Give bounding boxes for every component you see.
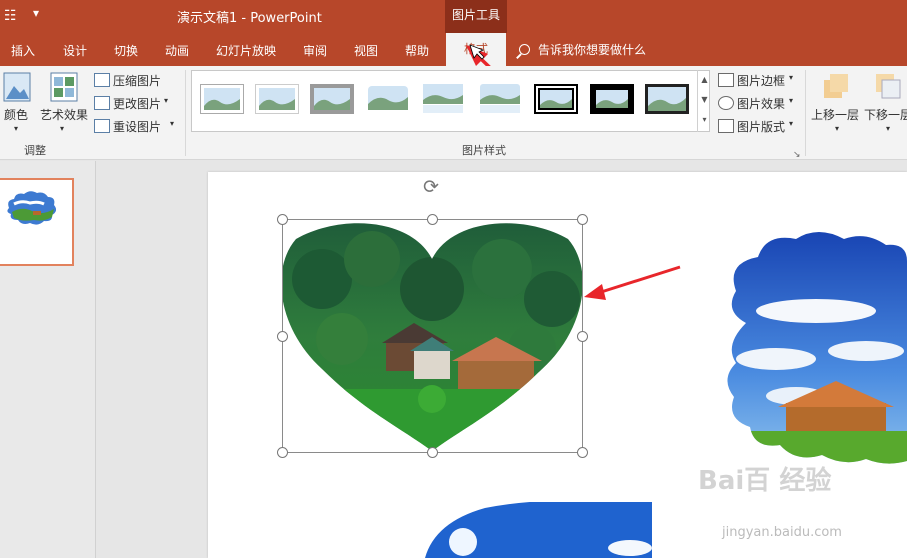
- tab-view[interactable]: 视图: [354, 42, 378, 59]
- gallery-down-icon[interactable]: ▼: [698, 90, 711, 110]
- tab-help[interactable]: 帮助: [405, 42, 429, 59]
- style-simple-frame-white[interactable]: [200, 84, 244, 114]
- picture-effects-button[interactable]: 图片效果: [737, 95, 785, 112]
- change-picture-button[interactable]: 更改图片: [113, 95, 161, 112]
- artistic-effects-button[interactable]: 艺术效果: [40, 106, 88, 123]
- tab-design[interactable]: 设计: [63, 42, 87, 59]
- compress-icon[interactable]: [94, 73, 110, 87]
- reset-picture-icon[interactable]: [94, 119, 110, 133]
- ribbon-body: 颜色 ▾ 艺术效果 ▾ 压缩图片 更改图片 ▾ 重设图片 ▾ 调整 ▲ ▼ ▾ …: [0, 66, 907, 160]
- slide-thumbnail-pane: [0, 161, 96, 558]
- annotation-arrow-picture: [584, 265, 681, 300]
- picture-styles-group-label: 图片样式: [462, 144, 506, 157]
- gallery-up-icon[interactable]: ▲: [698, 70, 711, 90]
- gallery-scroll: ▲ ▼ ▾: [697, 70, 711, 132]
- tab-insert[interactable]: 插入: [11, 42, 35, 59]
- divider: [185, 70, 186, 156]
- tab-transitions[interactable]: 切换: [114, 42, 138, 59]
- send-backward-icon[interactable]: [874, 72, 902, 102]
- style-thick-black[interactable]: [590, 84, 634, 114]
- color-dropdown-icon[interactable]: ▾: [14, 124, 18, 133]
- divider: [805, 70, 806, 156]
- artistic-dropdown-icon[interactable]: ▾: [60, 124, 64, 133]
- watermark-url: jingyan.baidu.com: [722, 525, 842, 540]
- customize-qat-icon[interactable]: ▾: [33, 6, 39, 20]
- rotate-handle-icon[interactable]: ⟳: [423, 176, 439, 198]
- watermark-logo: Bai百 经验: [698, 466, 832, 496]
- tab-slideshow[interactable]: 幻灯片放映: [216, 42, 276, 59]
- color-icon[interactable]: [3, 72, 31, 102]
- slide-thumbnail-1[interactable]: [0, 178, 74, 266]
- resize-handle-se[interactable]: [577, 447, 588, 458]
- artistic-effects-icon[interactable]: [50, 72, 78, 102]
- style-thick-black-double[interactable]: [534, 84, 578, 114]
- tab-animations[interactable]: 动画: [165, 42, 189, 59]
- color-button[interactable]: 颜色: [4, 106, 28, 123]
- reset-picture-button[interactable]: 重设图片: [113, 118, 161, 135]
- style-black-frame[interactable]: [645, 84, 689, 114]
- bring-forward-icon[interactable]: [822, 72, 850, 102]
- touch-mode-icon[interactable]: ☷: [4, 8, 17, 24]
- picture-tools-header: 图片工具: [445, 0, 507, 33]
- picture-border-button[interactable]: 图片边框: [737, 72, 785, 89]
- compress-button[interactable]: 压缩图片: [113, 72, 161, 89]
- style-reflected[interactable]: [421, 84, 465, 114]
- change-picture-icon[interactable]: [94, 96, 110, 110]
- picture-layout-icon[interactable]: [718, 119, 734, 133]
- resize-handle-ne[interactable]: [577, 214, 588, 225]
- gallery-more-icon[interactable]: ▾: [698, 110, 711, 130]
- tab-review[interactable]: 审阅: [303, 42, 327, 59]
- layout-dropdown-icon[interactable]: ▾: [789, 119, 793, 128]
- resize-handle-n[interactable]: [427, 214, 438, 225]
- picture-layout-button[interactable]: 图片版式: [737, 118, 785, 135]
- picture-effects-icon[interactable]: [718, 96, 734, 110]
- resize-handle-nw[interactable]: [277, 214, 288, 225]
- border-dropdown-icon[interactable]: ▾: [789, 73, 793, 82]
- resize-handle-s[interactable]: [427, 447, 438, 458]
- style-shadow-rectangle[interactable]: [310, 84, 354, 114]
- tell-me-text: 告诉我你想要做什么: [538, 43, 647, 57]
- selection-frame: [282, 219, 583, 453]
- resize-handle-sw[interactable]: [277, 447, 288, 458]
- effects-dropdown-icon[interactable]: ▾: [789, 96, 793, 105]
- style-rounded-rectangle[interactable]: [366, 84, 410, 114]
- cloud-picture[interactable]: [726, 231, 907, 467]
- change-dropdown-icon[interactable]: ▾: [164, 96, 168, 105]
- bring-forward-button[interactable]: 上移一层: [811, 106, 859, 123]
- style-soft-edge[interactable]: [255, 84, 299, 114]
- resize-handle-e[interactable]: [577, 331, 588, 342]
- ribbon-tabs: 插入 设计 切换 动画 幻灯片放映 审阅 视图 帮助 格式 告诉我你想要做什么: [0, 33, 907, 66]
- adjust-group-label: 调整: [24, 144, 46, 157]
- window-title: 演示文稿1 - PowerPoint: [177, 11, 322, 26]
- picture-styles-gallery: [191, 70, 710, 132]
- third-picture[interactable]: [425, 502, 652, 558]
- send-backward-dropdown-icon[interactable]: ▾: [886, 124, 890, 133]
- send-backward-button[interactable]: 下移一层: [864, 106, 907, 123]
- dialog-launcher-icon[interactable]: ↘: [793, 150, 801, 160]
- bring-forward-dropdown-icon[interactable]: ▾: [835, 124, 839, 133]
- picture-border-icon[interactable]: [718, 73, 734, 87]
- reset-dropdown-icon[interactable]: ▾: [170, 119, 174, 128]
- slide-thumbnail-preview: [7, 191, 57, 225]
- resize-handle-w[interactable]: [277, 331, 288, 342]
- style-reflected-rounded[interactable]: [478, 84, 522, 114]
